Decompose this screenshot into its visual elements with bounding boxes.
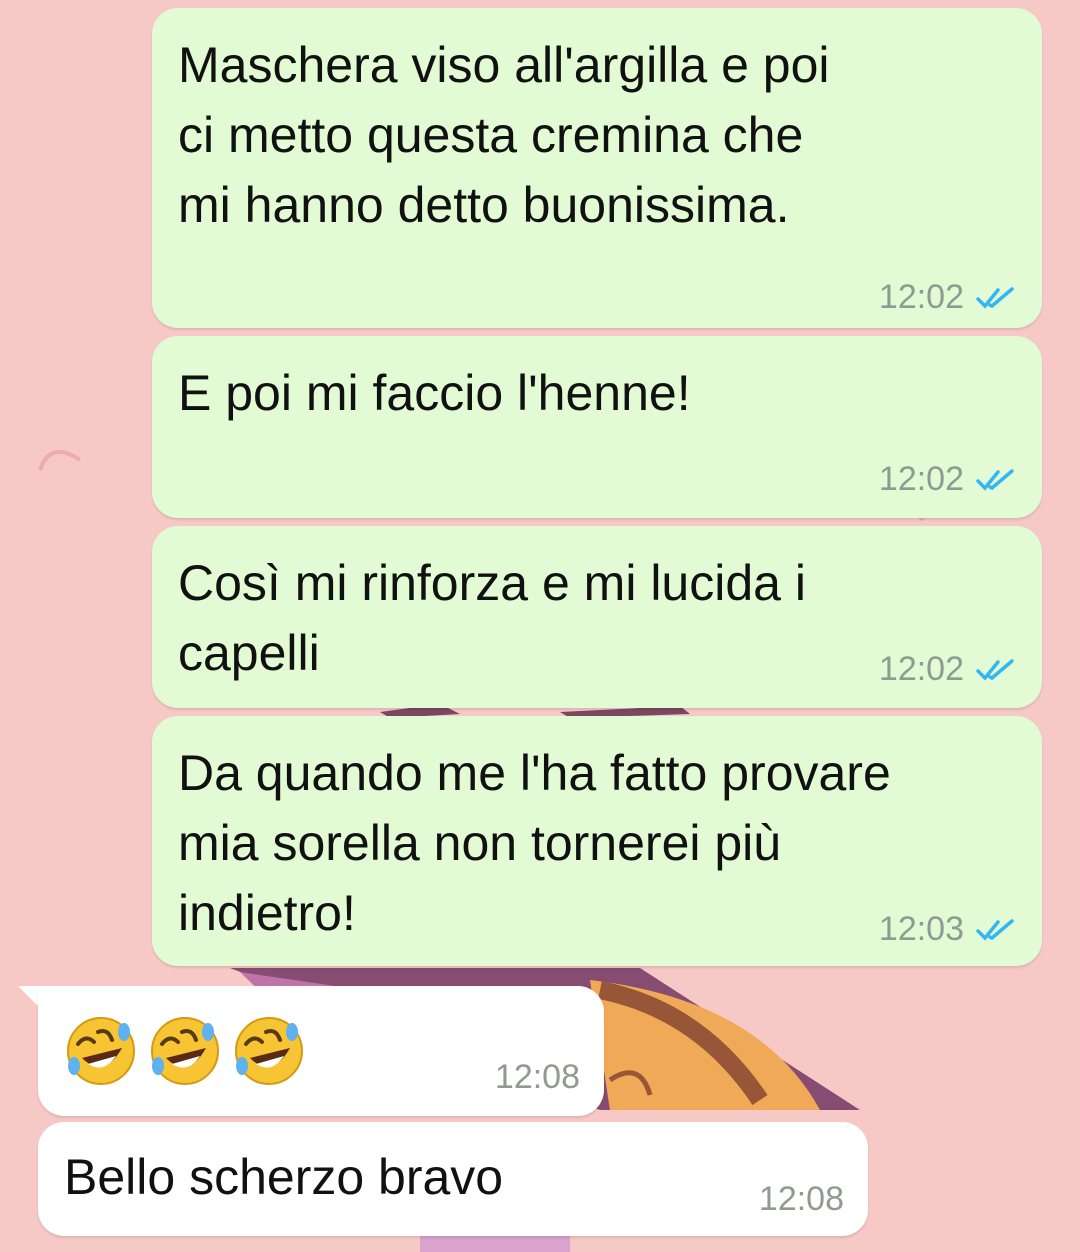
- outgoing-message[interactable]: E poi mi faccio l'henne! 12:02: [152, 336, 1042, 518]
- emoji-row: [64, 1014, 316, 1088]
- message-meta: 12:02: [879, 278, 1018, 317]
- rolling-on-floor-laughing-emoji: [67, 1017, 135, 1085]
- message-meta: 12:08: [759, 1180, 844, 1219]
- rolling-on-floor-laughing-emoji: [235, 1017, 303, 1085]
- message-time: 12:02: [878, 650, 964, 688]
- message-time: 12:08: [494, 1058, 580, 1096]
- double-check-icon: [976, 286, 1014, 309]
- rolling-on-floor-laughing-emoji: [151, 1017, 219, 1085]
- message-meta: 12:02: [879, 650, 1018, 689]
- message-text: Maschera viso all'argilla e poi ci metto…: [178, 37, 830, 233]
- message-time: 12:03: [878, 910, 964, 948]
- double-check-icon: [976, 918, 1014, 941]
- double-check-icon: [976, 468, 1014, 491]
- message-time: 12:02: [878, 278, 964, 316]
- incoming-message[interactable]: Bello scherzo bravo 12:08: [38, 1122, 868, 1236]
- double-check-icon: [976, 658, 1014, 681]
- outgoing-message[interactable]: Maschera viso all'argilla e poi ci metto…: [152, 8, 1042, 328]
- incoming-message[interactable]: 12:08: [38, 986, 604, 1116]
- message-text: Bello scherzo bravo: [64, 1149, 504, 1205]
- message-text: Da quando me l'ha fatto provare mia sore…: [178, 745, 891, 941]
- message-time: 12:08: [758, 1180, 844, 1218]
- message-text: E poi mi faccio l'henne!: [178, 365, 691, 421]
- message-text: Così mi rinforza e mi lucida i capelli: [178, 555, 806, 681]
- message-meta: 12:03: [879, 910, 1018, 949]
- message-meta: 12:08: [495, 1058, 580, 1097]
- message-meta: 12:02: [879, 460, 1018, 499]
- outgoing-message[interactable]: Così mi rinforza e mi lucida i capelli 1…: [152, 526, 1042, 708]
- message-time: 12:02: [878, 460, 964, 498]
- outgoing-message[interactable]: Da quando me l'ha fatto provare mia sore…: [152, 716, 1042, 966]
